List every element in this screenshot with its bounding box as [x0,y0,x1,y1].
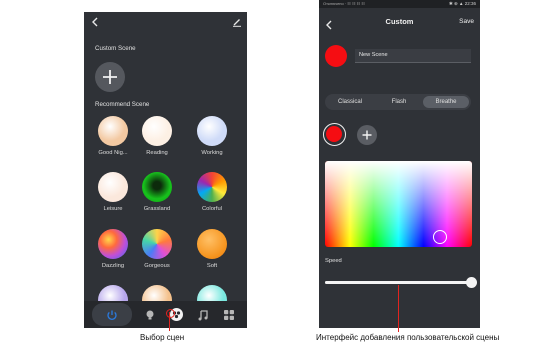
caption-custom-scene: Интерфейс добавления пользовательской сц… [316,333,500,342]
speed-label: Speed [325,258,342,264]
scene-selection-screen: Custom Scene Recommend Scene Good Nig...… [84,12,247,328]
page-title: Custom [385,17,414,26]
recommend-scene-heading: Recommend Scene [95,101,150,108]
callout-line-right [398,285,399,332]
scene-item[interactable]: Gorgeous [135,229,179,269]
scene-color-swatch [98,229,128,259]
scene-label: Working [201,150,223,156]
scene-item[interactable]: Leisure [91,172,135,212]
status-time: ✱ ⊕ ▲ 22:36 [448,1,476,6]
status-left: Отключено · ☷ ☷ ☷ ☷ [323,1,365,6]
scene-label: Grassland [143,206,171,212]
color-picker-palette[interactable] [325,161,472,247]
scene-label: Reading [146,150,168,156]
scene-item[interactable]: Dazzling [91,229,135,269]
scene-item[interactable]: Reading [135,116,179,156]
scene-item[interactable]: Working [190,116,234,156]
scene-label: Leisure [103,206,123,212]
add-color-button[interactable] [357,125,377,145]
save-button[interactable]: Save [459,18,474,25]
custom-scene-screen: Отключено · ☷ ☷ ☷ ☷ ✱ ⊕ ▲ 22:36 Custom S… [319,0,480,328]
grid-icon[interactable] [223,309,235,321]
music-icon[interactable] [197,309,209,321]
scene-label: Dazzling [101,263,125,269]
back-icon[interactable] [91,17,99,29]
scene-name-value: New Scene [359,52,388,58]
custom-scene-heading: Custom Scene [95,45,136,52]
scene-item[interactable]: Colorful [190,172,234,212]
power-icon [107,310,117,320]
scene-label: Gorgeous [144,263,170,269]
selected-color-swatch[interactable] [323,123,346,146]
status-bar: Отключено · ☷ ☷ ☷ ☷ ✱ ⊕ ▲ 22:36 [319,0,480,8]
speed-slider-thumb[interactable] [465,277,477,288]
scene-color-swatch [142,172,172,202]
scene-label: Colorful [202,206,222,212]
scene-color-swatch [197,172,227,202]
scene-color-preview[interactable] [325,45,347,67]
scene-color-swatch [142,229,172,259]
edit-icon[interactable] [232,17,242,29]
scene-color-swatch [197,229,227,259]
scene-item[interactable]: Good Nig... [91,116,135,156]
scene-label: Good Nig... [98,150,128,156]
mode-tab-classical[interactable]: Classical [327,96,373,108]
scene-item[interactable]: Grassland [135,172,179,212]
speed-slider-track[interactable] [325,281,471,284]
scene-item[interactable]: Soft [190,229,234,269]
mode-tab-breathe[interactable]: Breathe [423,96,469,108]
scene-color-swatch [197,116,227,146]
scene-label: Soft [206,263,218,269]
callout-marker-left [166,309,175,318]
palette-cursor[interactable] [433,230,447,244]
mode-segmented-control: Classical Flash Breathe [325,94,471,110]
caption-scene-selection: Выбор сцен [140,333,185,342]
bulb-icon[interactable] [144,309,156,321]
scene-color-swatch [142,116,172,146]
power-tab[interactable] [92,303,132,326]
plus-icon [362,130,372,140]
scene-color-swatch [98,116,128,146]
scene-color-swatch [98,172,128,202]
scene-name-input[interactable]: New Scene [355,49,471,63]
mode-tab-flash[interactable]: Flash [376,96,422,108]
plus-icon [103,70,117,84]
add-custom-scene-button[interactable] [95,62,125,92]
